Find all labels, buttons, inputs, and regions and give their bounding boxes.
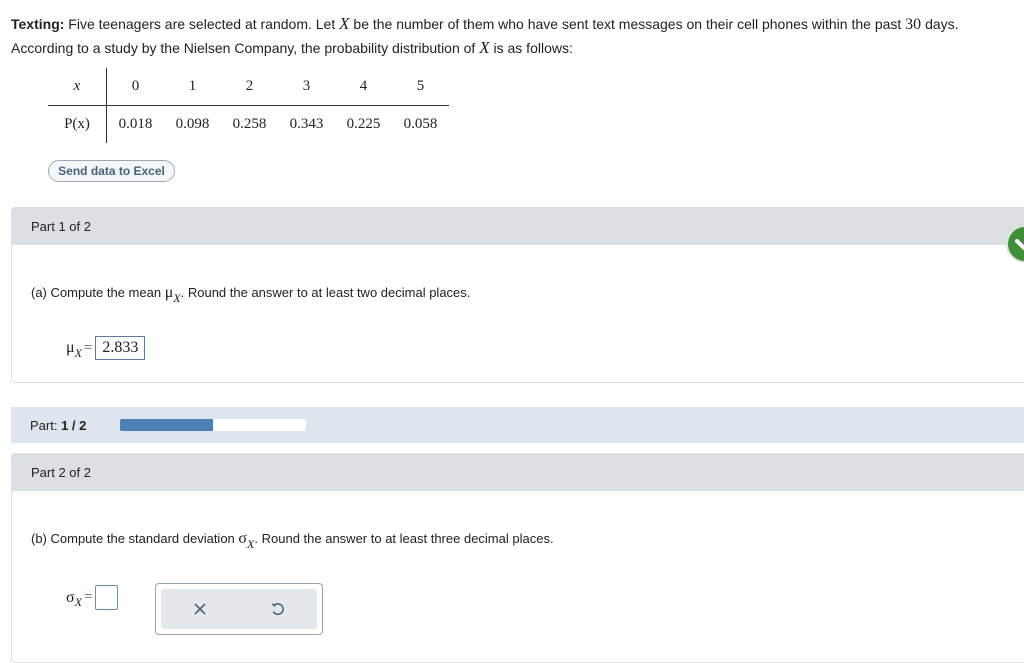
subscript-x: X	[247, 537, 255, 551]
progress-label: Part:	[30, 417, 58, 433]
mu-symbol: μ	[66, 339, 75, 356]
table-row-p: P(x) 0.018 0.098 0.258 0.343 0.225 0.058	[48, 105, 449, 143]
probability-distribution-table: x 0 1 2 3 4 5 P(x) 0.018 0.098 0.258 0.3…	[48, 68, 449, 143]
correct-check-icon	[1006, 225, 1024, 263]
part-2-answer-row: σX =	[66, 585, 119, 610]
variable-x: X	[339, 14, 350, 33]
undo-button[interactable]	[239, 589, 317, 629]
part-1-panel: Part 1 of 2 (a) Compute the mean μX. Rou…	[11, 207, 1024, 383]
subscript-x: X	[74, 345, 82, 360]
equals-sign: =	[83, 339, 93, 356]
problem-text: be the number of them who have sent text…	[353, 16, 902, 32]
progress-track	[120, 419, 306, 431]
problem-text: days.	[925, 16, 959, 32]
question-text: (b) Compute the standard deviation	[31, 531, 235, 546]
table-cell: 0.258	[232, 116, 267, 132]
question-text: . Round the answer to at least two decim…	[180, 285, 471, 300]
answer-tools	[161, 589, 317, 629]
question-text: . Round the answer to at least three dec…	[254, 531, 554, 546]
progress-fill	[120, 419, 213, 431]
variable-x: X	[479, 38, 490, 57]
sigma-symbol: σ	[238, 530, 248, 547]
part-1-question: (a) Compute the mean μX. Round the answe…	[31, 284, 471, 305]
table-cell: 3	[278, 68, 335, 106]
undo-icon	[271, 603, 284, 616]
problem-line-2: According to a study by the Nielsen Comp…	[11, 36, 1021, 60]
subscript-x: X	[173, 291, 181, 305]
table-cell: 1	[164, 68, 221, 106]
mean-answer-input[interactable]: 2.833	[95, 336, 146, 360]
table-cell: 0	[106, 68, 164, 106]
problem-text: Five teenagers are selected at random. L…	[68, 16, 336, 32]
problem-text: is as follows:	[493, 40, 573, 56]
question-text: (a) Compute the mean	[31, 285, 162, 300]
std-dev-answer-input[interactable]	[95, 585, 119, 610]
table-cell: 5	[392, 68, 449, 106]
table-header-p: P(x)	[48, 105, 107, 143]
table-cell: 0.098	[175, 116, 210, 132]
equals-sign: =	[83, 589, 93, 605]
table-cell: 0.018	[118, 116, 153, 132]
check-icon	[1015, 239, 1024, 250]
sigma-symbol: σ	[66, 588, 75, 606]
part-1-answer-row: μX = 2.833	[66, 336, 146, 360]
table-cell: 2	[221, 68, 278, 106]
send-to-excel-button[interactable]: Send data to Excel	[48, 160, 175, 182]
mu-symbol: μ	[164, 284, 174, 301]
part-2-question: (b) Compute the standard deviation σX. R…	[31, 530, 554, 551]
problem-statement: Texting: Five teenagers are selected at …	[11, 12, 1021, 60]
problem-label: Texting:	[11, 16, 65, 32]
problem-text: According to a study by the Nielsen Comp…	[11, 40, 476, 56]
close-icon	[194, 603, 206, 615]
table-header-x: x	[48, 68, 107, 106]
table-cell: 0.225	[346, 116, 381, 132]
table-cell: 0.058	[403, 116, 438, 132]
answer-tools-panel	[155, 583, 323, 635]
part-progress: Part: 1 / 2	[11, 407, 1024, 443]
part-1-header: Part 1 of 2	[12, 208, 1024, 245]
progress-value: 1 / 2	[61, 417, 87, 433]
table-cell: 0.343	[289, 116, 324, 132]
subscript-x: X	[74, 595, 82, 609]
problem-line-1: Texting: Five teenagers are selected at …	[11, 12, 1021, 36]
days-number: 30	[905, 16, 922, 33]
clear-button[interactable]	[161, 589, 239, 629]
table-cell: 4	[335, 68, 392, 106]
table-row-x: x 0 1 2 3 4 5	[48, 68, 449, 106]
part-2-header: Part 2 of 2	[12, 454, 1024, 491]
